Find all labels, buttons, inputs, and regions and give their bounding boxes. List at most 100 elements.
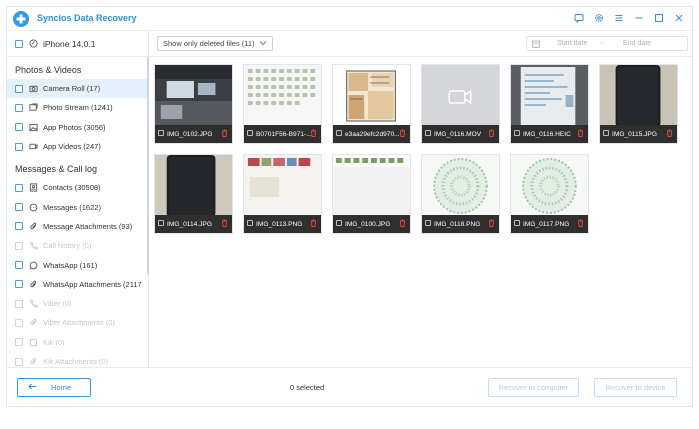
trash-icon	[399, 129, 406, 139]
sidebar-item-whatsapp[interactable]: WhatsApp (161)	[7, 255, 148, 274]
file-tile[interactable]: IMG_0116.MOV	[421, 64, 500, 144]
device-row[interactable]: iPhone 14.0.1	[7, 31, 148, 57]
start-date-input[interactable]: Start date	[557, 40, 587, 47]
section-title-messages: Messages & Call log	[15, 164, 98, 175]
trash-icon	[488, 129, 495, 139]
file-name: IMG_0115.JPG	[612, 130, 657, 138]
deleted-filter-dropdown[interactable]: Show only deleted files (11)	[157, 36, 273, 51]
trash-icon	[310, 129, 317, 139]
file-checkbox[interactable]	[336, 130, 342, 136]
sidebar-item-label: Kik (0)	[43, 337, 65, 347]
end-date-input[interactable]: End date	[623, 40, 651, 47]
file-checkbox[interactable]	[603, 130, 609, 136]
device-icon	[28, 39, 38, 49]
sidebar-item-photo-stream[interactable]: Photo Stream (1241)	[7, 98, 148, 117]
recover-to-device-button[interactable]: Recover to device	[594, 378, 677, 397]
file-caption: IMG_0113.PNG	[244, 215, 321, 233]
sidebar-item-contacts[interactable]: Contacts (30508)	[7, 178, 148, 197]
checkbox[interactable]	[15, 222, 23, 231]
file-grid: IMG_0102.JPG B0701F56-B971-... e3aa29efc…	[154, 64, 678, 234]
attachment-icon	[28, 279, 38, 289]
sidebar-item-camera-roll[interactable]: Camera Roll (17)	[7, 79, 148, 99]
file-tile[interactable]: IMG_0117.PNG	[510, 154, 589, 234]
sidebar-item-call-history: Call history (0)	[7, 236, 148, 255]
attachment-icon	[28, 357, 38, 367]
selected-count: 0 selected	[290, 383, 325, 392]
checkbox	[15, 299, 23, 308]
minimize-icon[interactable]	[632, 11, 646, 25]
file-tile[interactable]: IMG_0100.JPG	[332, 154, 411, 234]
sidebar-item-label: WhatsApp (161)	[43, 260, 98, 270]
close-icon[interactable]	[672, 11, 686, 25]
sidebar-item-app-videos[interactable]: App Videos (247)	[7, 137, 148, 156]
calendar-icon	[532, 40, 540, 50]
trash-icon	[221, 219, 228, 229]
sidebar-item-message-attachments[interactable]: Message Attachments (93)	[7, 217, 148, 236]
checkbox[interactable]	[15, 142, 23, 151]
sidebar-item-whatsapp-attachments[interactable]: WhatsApp Attachments (2117	[7, 275, 148, 294]
file-checkbox[interactable]	[425, 220, 431, 226]
device-checkbox[interactable]	[15, 39, 23, 48]
file-caption: e3aa29efc2d970...	[333, 125, 410, 143]
trash-icon	[221, 129, 228, 139]
thumbnail-image	[155, 155, 232, 217]
sidebar-item-label: Photo Stream (1241)	[43, 103, 113, 113]
file-name: IMG_0113.PNG	[256, 220, 303, 228]
file-name: IMG_0118.PNG	[434, 220, 481, 228]
file-checkbox[interactable]	[247, 220, 253, 226]
file-name: e3aa29efc2d970...	[345, 130, 400, 138]
sidebar-item-label: Viber (0)	[43, 299, 72, 309]
checkbox[interactable]	[15, 103, 23, 112]
file-tile[interactable]: IMG_0115.JPG	[599, 64, 678, 144]
section-title-photos-videos: Photos & Videos	[15, 65, 82, 75]
main-panel: Show only deleted files (11) Start date …	[149, 31, 692, 367]
kik-icon	[28, 337, 38, 347]
file-checkbox[interactable]	[514, 130, 520, 136]
arrow-left-icon	[28, 383, 37, 392]
trash-icon	[310, 219, 317, 229]
trash-icon	[577, 129, 584, 139]
sidebar: iPhone 14.0.1 Photos & Videos Camera Rol…	[7, 31, 149, 367]
home-button[interactable]: Home	[17, 378, 91, 397]
date-separator: -	[601, 40, 604, 47]
file-name: IMG_0116.HEIC	[523, 130, 571, 138]
sidebar-item-label: App Photos (3056)	[43, 122, 106, 132]
sidebar-item-kik-attachments: Kik Attachments (0)	[7, 352, 148, 367]
file-tile[interactable]: IMG_0116.HEIC	[510, 64, 589, 144]
sidebar-item-messages[interactable]: Messages (1622)	[7, 197, 148, 216]
checkbox[interactable]	[15, 280, 23, 289]
file-checkbox[interactable]	[158, 220, 164, 226]
thumbnail-image	[244, 155, 321, 217]
toolbar: Show only deleted files (11) Start date …	[149, 31, 692, 57]
date-range-picker[interactable]: Start date - End date	[526, 36, 688, 51]
thumbnail-image	[333, 155, 410, 217]
device-name: iPhone 14.0.1	[43, 38, 96, 49]
checkbox[interactable]	[15, 203, 23, 212]
checkbox[interactable]	[15, 84, 23, 93]
file-tile[interactable]: e3aa29efc2d970...	[332, 64, 411, 144]
sidebar-item-app-photos[interactable]: App Photos (3056)	[7, 118, 148, 137]
file-checkbox[interactable]	[158, 130, 164, 136]
camera-icon	[28, 84, 38, 94]
file-tile[interactable]: IMG_0118.PNG	[421, 154, 500, 234]
settings-icon[interactable]	[592, 11, 606, 25]
file-tile[interactable]: IMG_0113.PNG	[243, 154, 322, 234]
file-tile[interactable]: B0701F56-B971-...	[243, 64, 322, 144]
file-checkbox[interactable]	[514, 220, 520, 226]
file-tile[interactable]: IMG_0114.JPG	[154, 154, 233, 234]
app-logo-icon	[13, 11, 29, 27]
maximize-icon[interactable]	[652, 11, 666, 25]
menu-icon[interactable]	[612, 11, 626, 25]
thumbnail-image	[333, 65, 410, 127]
file-checkbox[interactable]	[247, 130, 253, 136]
file-caption: IMG_0115.JPG	[600, 125, 677, 143]
file-checkbox[interactable]	[425, 130, 431, 136]
feedback-icon[interactable]	[572, 11, 586, 25]
trash-icon	[577, 219, 584, 229]
checkbox[interactable]	[15, 261, 23, 270]
file-checkbox[interactable]	[336, 220, 342, 226]
checkbox[interactable]	[15, 123, 23, 132]
file-tile[interactable]: IMG_0102.JPG	[154, 64, 233, 144]
recover-to-computer-button[interactable]: Recover to computer	[488, 378, 579, 397]
checkbox[interactable]	[15, 183, 23, 192]
